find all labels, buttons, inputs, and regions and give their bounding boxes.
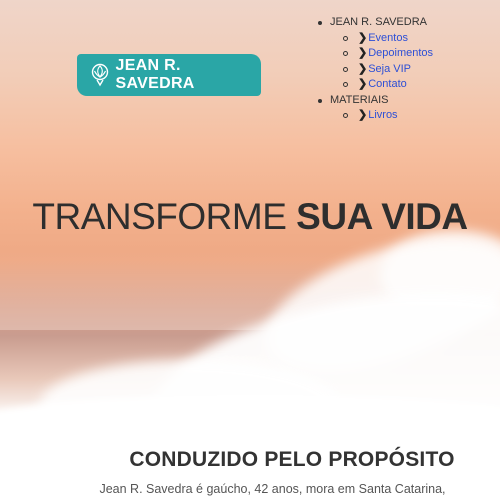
menu-group-jean[interactable]: JEAN R. SAVEDRA ❯Eventos ❯Depoimentos ❯S… [316,15,433,93]
headline-light: TRANSFORME [32,196,287,237]
section-title: CONDUZIDO PELO PROPÓSITO [129,448,455,471]
chevron-right-icon: ❯ [358,31,368,44]
menu-group-materiais[interactable]: MATERIAIS ❯Livros [316,93,433,124]
menu-item-eventos[interactable]: ❯Eventos [342,31,433,47]
menu-item-seja-vip[interactable]: ❯Seja VIP [342,62,433,78]
menu-item-livros[interactable]: ❯Livros [342,108,433,124]
headline-bold: SUA VIDA [296,196,468,237]
section-intro: Jean R. Savedra é gaúcho, 42 anos, mora … [99,482,446,496]
chevron-right-icon: ❯ [358,78,368,90]
menu-link[interactable]: Depoimentos [368,47,433,59]
chevron-right-icon: ❯ [358,62,368,75]
menu-group-label[interactable]: MATERIAIS [330,94,388,106]
menu-item-depoimentos[interactable]: ❯Depoimentos [342,46,433,62]
menu-link[interactable]: Contato [368,78,407,90]
hero-headline: TRANSFORME SUA VIDA [0,196,500,238]
menu-link[interactable]: Eventos [368,32,408,44]
menu-item-contato[interactable]: ❯Contato [342,77,433,93]
chevron-right-icon: ❯ [358,109,368,121]
logo-text: JEAN R. SAVEDRA [115,57,195,92]
chevron-right-icon: ❯ [358,47,368,59]
menu-link[interactable]: Livros [368,109,397,121]
menu-link[interactable]: Seja VIP [368,63,411,75]
site-logo[interactable]: JEAN R. SAVEDRA [77,54,261,96]
main-menu: JEAN R. SAVEDRA ❯Eventos ❯Depoimentos ❯S… [316,15,433,124]
menu-group-label[interactable]: JEAN R. SAVEDRA [330,16,427,28]
lotus-icon [90,63,110,87]
